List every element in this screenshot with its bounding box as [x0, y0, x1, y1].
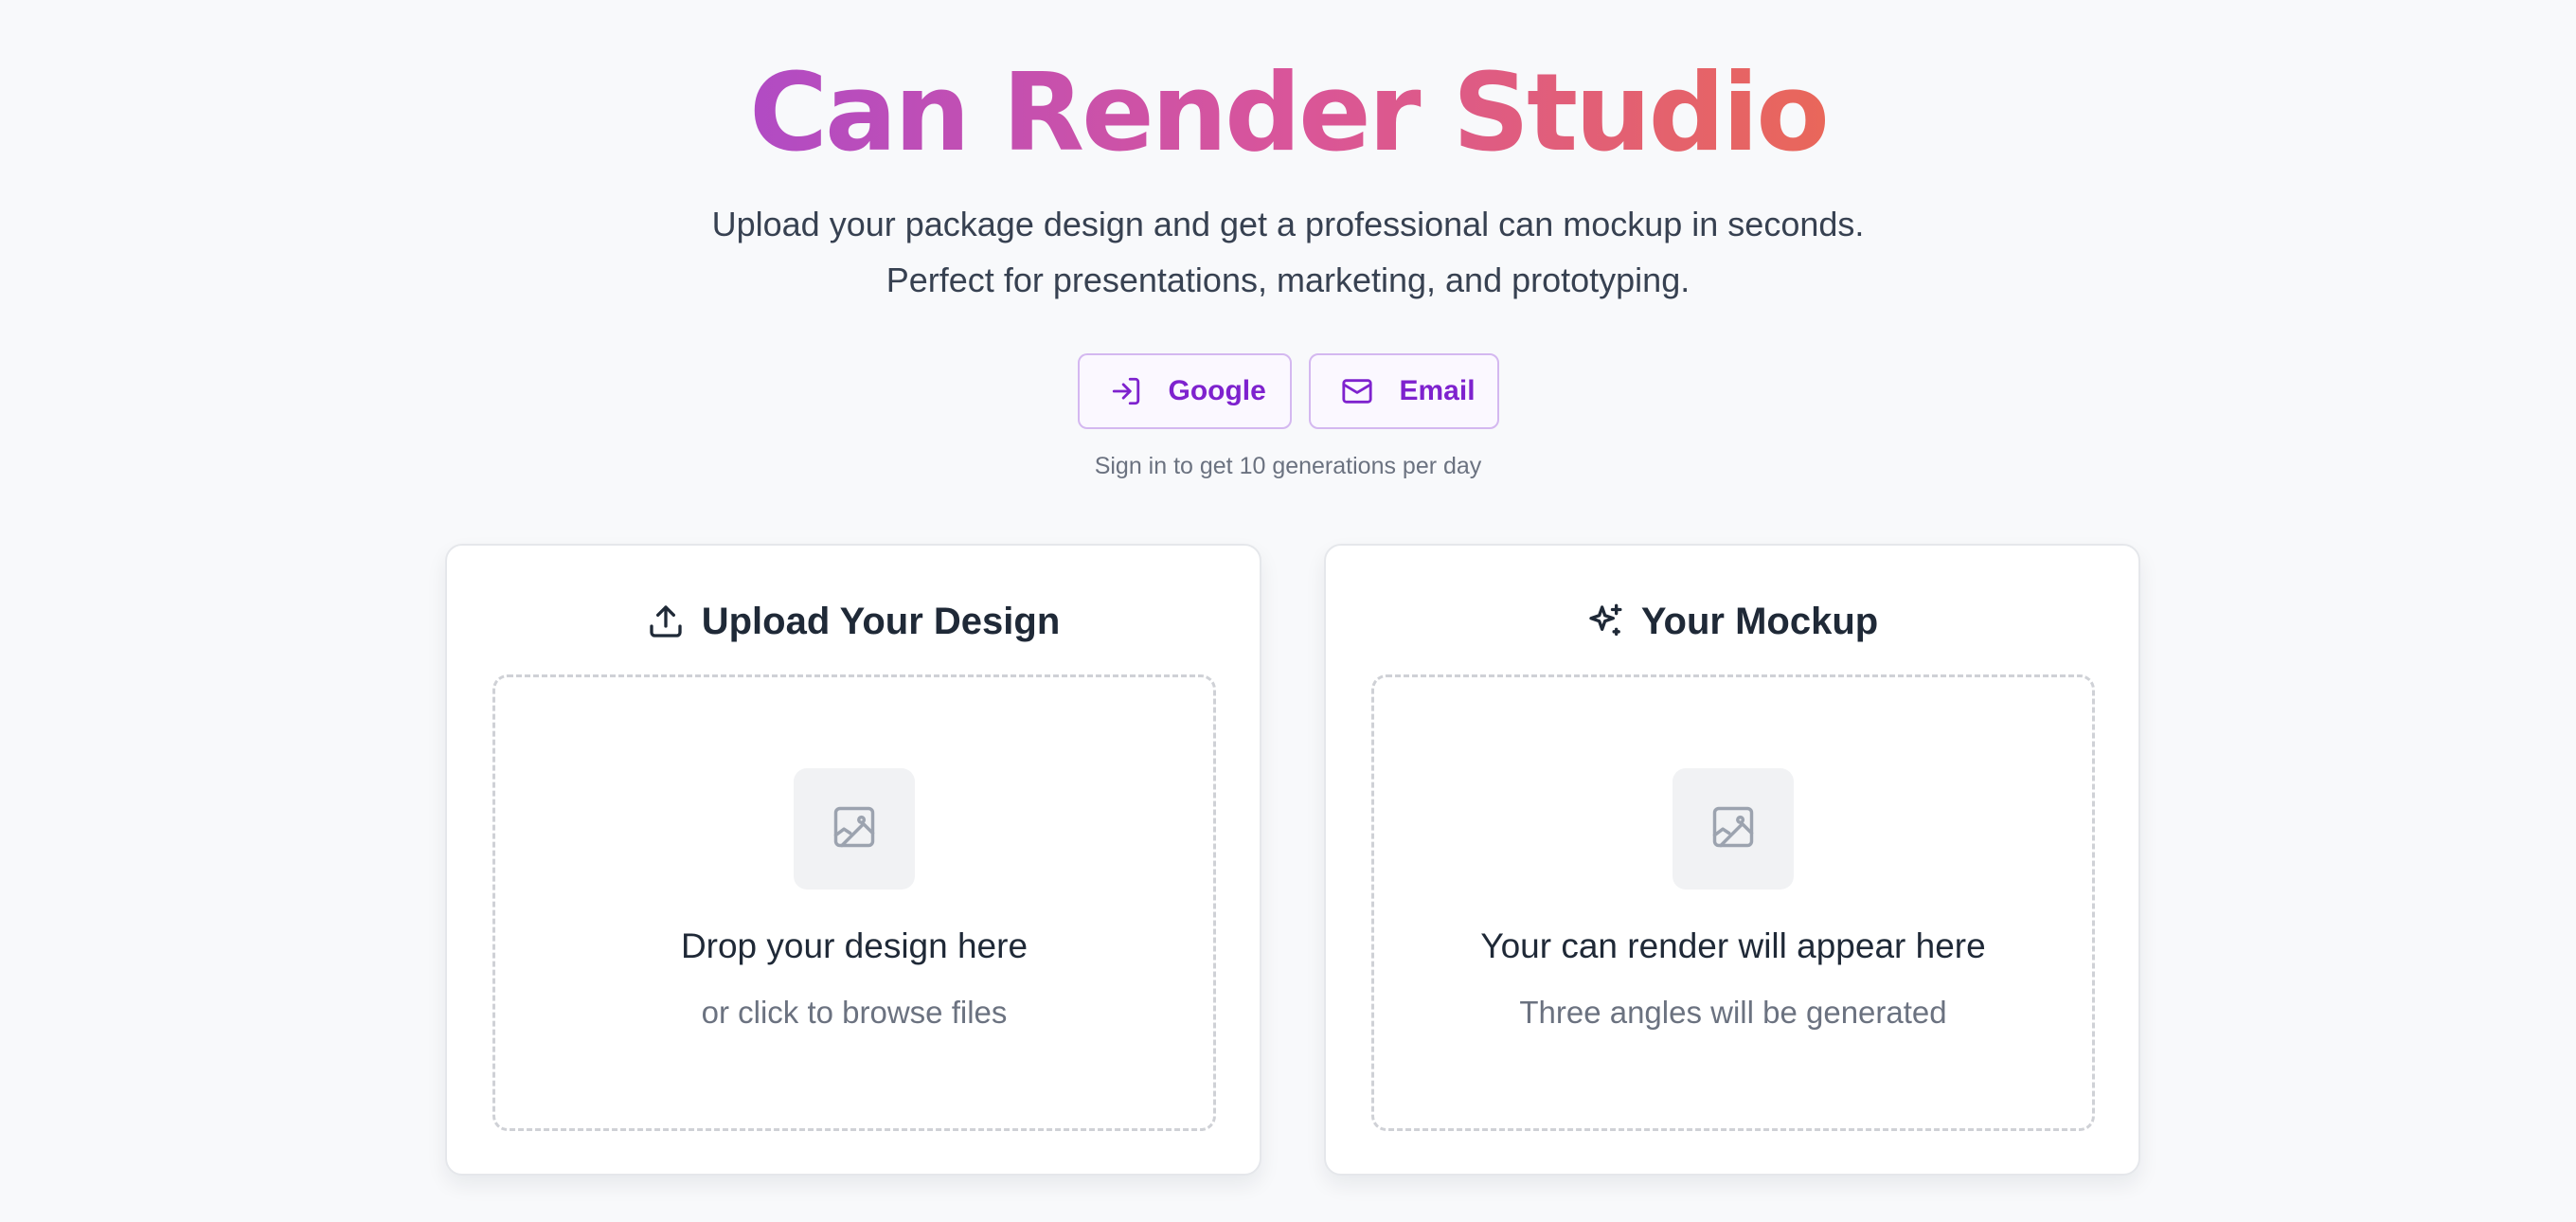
upload-placeholder	[794, 768, 915, 890]
mockup-main-text: Your can render will appear here	[1480, 926, 1986, 965]
mockup-card-title: Your Mockup	[1640, 600, 1879, 642]
google-sign-in-button[interactable]: Google	[1077, 353, 1292, 429]
design-dropzone[interactable]: Drop your design here or click to browse…	[492, 674, 1216, 1131]
page-title-text: Can Render Studio	[749, 50, 1830, 175]
mockup-preview-area: Your can render will appear here Three a…	[1371, 674, 2095, 1131]
page: Can Render Studio Upload your package de…	[0, 0, 2576, 1222]
page-title: Can Render Studio	[0, 49, 2576, 177]
upload-card-title: Upload Your Design	[701, 600, 1061, 642]
upload-card: Upload Your Design Drop your design here…	[445, 544, 1261, 1176]
google-sign-in-label: Google	[1168, 375, 1266, 406]
image-icon	[830, 802, 879, 856]
dropzone-sub-text: or click to browse files	[701, 995, 1008, 1030]
image-icon	[1708, 802, 1758, 856]
log-in-icon	[1110, 375, 1142, 407]
subtitle-line-1: Upload your package design and get a pro…	[711, 205, 1865, 243]
email-sign-in-label: Email	[1399, 375, 1476, 406]
auth-buttons: Google Email	[0, 353, 2576, 429]
sparkles-icon	[1586, 602, 1624, 640]
dropzone-main-text: Drop your design here	[680, 926, 1029, 965]
email-sign-in-button[interactable]: Email	[1308, 353, 1499, 429]
mockup-placeholder	[1673, 768, 1794, 890]
mockup-sub-text: Three angles will be generated	[1519, 995, 1947, 1030]
upload-icon	[647, 602, 685, 640]
upload-card-header: Upload Your Design	[447, 595, 1260, 648]
mockup-card: Your Mockup Your can render will appear …	[1324, 544, 2140, 1176]
sign-in-hint: Sign in to get 10 generations per day	[1094, 453, 1482, 479]
mail-icon	[1341, 375, 1373, 407]
mockup-card-header: Your Mockup	[1326, 595, 2138, 648]
subtitle-line-2: Perfect for presentations, marketing, an…	[886, 261, 1690, 299]
